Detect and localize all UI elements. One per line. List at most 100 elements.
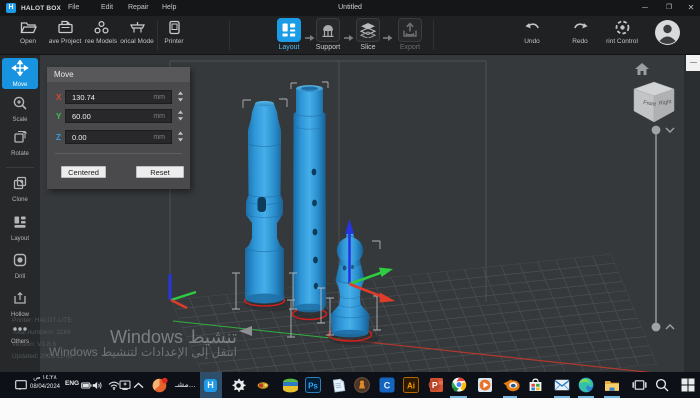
cast-icon[interactable]	[119, 372, 131, 398]
toolbar-separator	[229, 20, 230, 50]
tray-date: 08/04/2024	[28, 383, 62, 392]
language-indicator[interactable]: ENG	[65, 380, 79, 387]
taskbar-app-settings[interactable]	[227, 372, 249, 398]
maximize-button[interactable]: ❐	[658, 0, 680, 16]
taskbar-app-blender[interactable]	[500, 372, 522, 398]
sidebar-item-hollow[interactable]: Hollow	[2, 288, 38, 319]
zoom-slider-bottom-knob[interactable]	[652, 323, 661, 332]
photoshop-icon: Ps	[305, 377, 321, 393]
taskbar-app-antivirus[interactable]	[149, 372, 171, 398]
sidebar-item-scale[interactable]: Scale	[2, 93, 38, 124]
taskbar-app-label[interactable]: مشـ...	[175, 380, 195, 389]
build-volume-wireframe	[170, 61, 486, 318]
toolbar-redo-button[interactable]: Redo	[556, 19, 604, 45]
minimize-button[interactable]: ─	[634, 0, 656, 16]
others-icon	[12, 320, 28, 338]
move-panel-title[interactable]: Move	[47, 67, 190, 82]
halot-box-window: H HALOT BOX File Edit Repair Help Untitl…	[0, 0, 700, 420]
taskbar-app-notepad[interactable]	[327, 372, 349, 398]
close-button[interactable]: ✕	[680, 0, 700, 16]
printer-icon	[166, 19, 183, 36]
rotate-icon	[12, 129, 28, 150]
taskbar-app-illustrator[interactable]: Ai	[400, 372, 422, 398]
layout-icon	[277, 18, 301, 42]
sidebar-item-others[interactable]: Others	[2, 317, 38, 348]
print-control-icon	[614, 19, 631, 36]
svg-text:Ai: Ai	[407, 381, 415, 390]
taskbar-app-start[interactable]	[677, 372, 699, 398]
taskbar-app-search[interactable]	[651, 372, 673, 398]
axis-z-input[interactable]: 0.00mm	[65, 130, 172, 144]
toolbar-rint-control-button[interactable]: rint Control	[598, 19, 646, 45]
axis-unit-label: mm	[153, 94, 165, 102]
model-recorder-barrel[interactable]	[245, 101, 284, 304]
taskbar-app-file-explorer[interactable]	[601, 372, 623, 398]
search-icon	[655, 378, 669, 392]
halot-box-icon: H	[204, 379, 217, 392]
model-long-tube[interactable]	[293, 85, 326, 312]
collapsed-panel-handle[interactable]	[686, 55, 700, 71]
tool-sidebar: Move ScaleRotate Clone Layout Drill HollowOth…	[0, 55, 40, 372]
workflow-arrow-icon	[305, 29, 315, 47]
axis-y-label: Y	[56, 112, 61, 121]
sidebar-item-rotate[interactable]: Rotate	[2, 127, 38, 158]
battery-icon[interactable]	[81, 372, 92, 398]
workflow-export-button[interactable]: Export	[387, 18, 433, 51]
axis-y-input[interactable]: 60.00mm	[65, 109, 172, 123]
taskbar-app-halot-box[interactable]: H	[200, 372, 222, 398]
running-app-underline	[578, 396, 594, 398]
taskbar-app-edge[interactable]	[575, 372, 597, 398]
hidden-icons-chevron[interactable]	[133, 372, 144, 398]
taskbar-clock[interactable]: ١٤:٢٨ ص 08/04/2024	[28, 374, 62, 392]
axis-row-x: X130.74mm	[47, 90, 190, 104]
axis-x-stepper[interactable]	[175, 91, 186, 103]
axis-z-label: Z	[56, 133, 61, 142]
toolbar-undo-button[interactable]: Undo	[508, 19, 556, 45]
user-avatar[interactable]	[654, 19, 681, 51]
axis-y-stepper[interactable]	[175, 110, 186, 122]
media-player-icon	[477, 377, 493, 393]
axis-unit-label: mm	[153, 113, 165, 121]
plate-x-axis-line	[340, 339, 655, 372]
zoom-in-chevron[interactable]	[666, 128, 674, 132]
taskbar-app-mail[interactable]	[551, 372, 573, 398]
scale-icon	[12, 95, 28, 116]
taskbar-app-powerpoint[interactable]: P	[425, 372, 447, 398]
taskbar-app-task-view[interactable]	[628, 372, 650, 398]
taskbar-app-chitubox[interactable]: C	[376, 372, 398, 398]
running-app-underline	[503, 396, 517, 398]
centered-button[interactable]: Centered	[61, 166, 106, 178]
volume-icon[interactable]	[92, 372, 103, 398]
clone-icon	[12, 175, 28, 196]
powerpoint-icon: P	[428, 377, 444, 393]
sidebar-item-drill[interactable]: Drill	[2, 250, 38, 281]
sidebar-item-layout[interactable]: Layout	[2, 212, 38, 243]
taskbar-app-utility[interactable]	[252, 372, 274, 398]
taskbar-app-chrome[interactable]	[448, 372, 470, 398]
build-plate-grid	[171, 254, 657, 372]
axis-z-stepper[interactable]	[175, 131, 186, 143]
home-view-button[interactable]	[635, 62, 649, 80]
toolbar-printer-button[interactable]: Printer	[152, 19, 196, 45]
zoom-out-chevron[interactable]	[666, 325, 674, 329]
taskbar-app-round-app[interactable]	[351, 372, 373, 398]
taskbar-app-media-player[interactable]	[474, 372, 496, 398]
handle-dash-icon	[690, 62, 697, 63]
taskbar-app-photoshop[interactable]: Ps	[302, 372, 324, 398]
status-updated: Updated: 2023-11-02	[12, 353, 73, 365]
main-toolbar: Openave Projectree Modelsorical ModePrin…	[0, 16, 700, 55]
show-desktop-icon[interactable]	[15, 372, 27, 398]
zoom-slider[interactable]	[648, 121, 678, 341]
origin-axes-indicator	[170, 274, 196, 308]
panel-divider	[55, 153, 182, 154]
running-app-underline	[450, 396, 467, 398]
document-title: Untitled	[0, 4, 700, 11]
sidebar-item-move[interactable]: Move	[2, 58, 38, 89]
zoom-slider-top-knob[interactable]	[652, 126, 661, 135]
reset-button[interactable]: Reset	[136, 166, 184, 178]
axis-x-input[interactable]: 130.74mm	[65, 90, 172, 104]
taskbar-app-bluestacks[interactable]	[279, 372, 301, 398]
taskbar-app-microsoft-store[interactable]	[524, 372, 546, 398]
sidebar-item-clone[interactable]: Clone	[2, 173, 38, 204]
svg-text:P: P	[432, 380, 438, 390]
